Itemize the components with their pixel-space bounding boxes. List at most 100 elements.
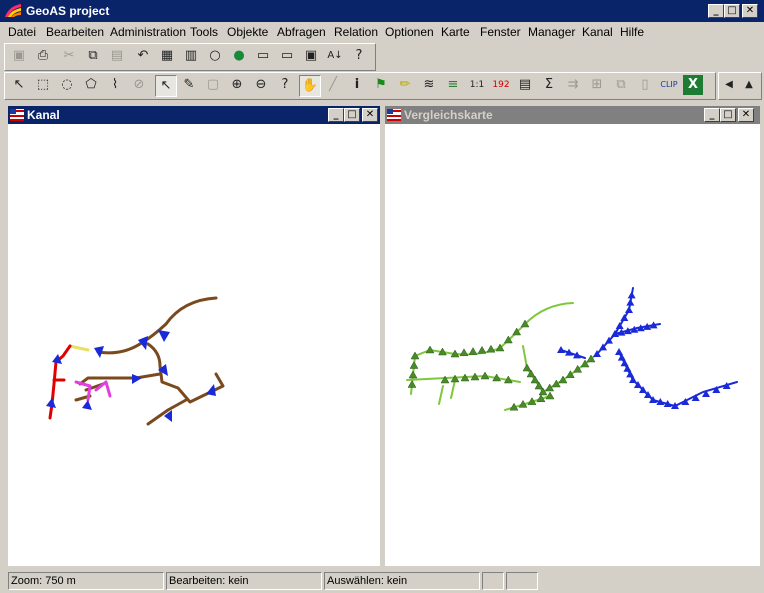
- network-line: [438, 379, 456, 405]
- flow-marker: [46, 398, 56, 408]
- info-icon[interactable]: i: [347, 75, 367, 95]
- vergleichskarte-map[interactable]: [385, 124, 760, 566]
- select-line-icon[interactable]: ⌇: [105, 75, 125, 95]
- menu-kanal[interactable]: Kanal: [582, 25, 613, 39]
- window2-icon[interactable]: ▭: [277, 46, 297, 66]
- frame-icon[interactable]: ▢: [203, 75, 223, 95]
- kanal-minimize-button[interactable]: _: [328, 108, 344, 122]
- menu-abfragen[interactable]: Abfragen: [277, 25, 326, 39]
- vergleichskarte-minimize-button[interactable]: _: [704, 108, 720, 122]
- menu-fenster[interactable]: Fenster: [480, 25, 521, 39]
- excel-icon[interactable]: X: [683, 75, 703, 95]
- help-pointer-icon[interactable]: ?: [349, 46, 369, 66]
- layers-icon[interactable]: ≡: [443, 75, 463, 95]
- map-toolbar: ↖ ⬚ ◌ ⬠ ⌇ ⊘ ↖ ✎ ▢ ⊕ ⊖ ? ✋ ╱ i ⚑ ✏ ≋ ≡ 1:…: [4, 72, 716, 100]
- green-marker: [407, 379, 417, 388]
- flag-icon[interactable]: ⚑: [371, 75, 391, 95]
- flow-marker: [82, 400, 92, 410]
- status-edit: Bearbeiten: kein: [166, 572, 322, 590]
- kanal-map-canvas[interactable]: [8, 124, 380, 566]
- clip-icon[interactable]: CLIP: [659, 75, 679, 95]
- nav-toolbar: ◀ ▲: [718, 72, 762, 100]
- close-button[interactable]: ✕: [742, 4, 758, 18]
- window3-icon[interactable]: ▣: [301, 46, 321, 66]
- status-zoom: Zoom: 750 m: [8, 572, 164, 590]
- minimize-button[interactable]: _: [708, 4, 724, 18]
- arrow-select-icon[interactable]: ↖: [155, 75, 177, 97]
- kanal-close-button[interactable]: ✕: [362, 108, 378, 122]
- kanal-title: Kanal: [27, 108, 60, 122]
- sum-icon[interactable]: Σ: [539, 75, 559, 95]
- print-icon[interactable]: ⎙: [33, 46, 53, 66]
- vergleichskarte-close-button[interactable]: ✕: [738, 108, 754, 122]
- wave-icon[interactable]: ≋: [419, 75, 439, 95]
- menu-relation[interactable]: Relation: [334, 25, 378, 39]
- menu-optionen[interactable]: Optionen: [385, 25, 434, 39]
- pointer-icon[interactable]: ↖: [9, 75, 29, 95]
- route-icon[interactable]: ⇉: [563, 75, 583, 95]
- green-marker: [522, 363, 532, 372]
- blue-marker: [627, 291, 636, 299]
- list-icon[interactable]: ▤: [515, 75, 535, 95]
- vergleichskarte-window[interactable]: Vergleichskarte _ □ ✕: [383, 104, 762, 568]
- blue-marker: [625, 306, 633, 313]
- sort-icon[interactable]: A↓: [325, 46, 345, 66]
- globe-icon[interactable]: ●: [229, 46, 249, 66]
- window-icon[interactable]: ▭: [253, 46, 273, 66]
- menu-bearbeiten[interactable]: Bearbeiten: [46, 25, 104, 39]
- kanal-window[interactable]: Kanal _ □ ✕: [6, 104, 382, 568]
- cut-icon[interactable]: ✂: [59, 46, 79, 66]
- pencil-icon[interactable]: ✎: [179, 75, 199, 95]
- cancel-select-icon[interactable]: ⊘: [129, 75, 149, 95]
- prev-icon[interactable]: ◀: [719, 75, 739, 95]
- maximize-button[interactable]: □: [724, 4, 740, 18]
- search-icon[interactable]: ○: [205, 46, 225, 66]
- scale-icon[interactable]: 1:1: [467, 75, 487, 95]
- draw-line-icon[interactable]: ╱: [323, 75, 343, 95]
- select-poly-icon[interactable]: ⬠: [81, 75, 101, 95]
- menu-objekte[interactable]: Objekte: [227, 25, 268, 39]
- menu-karte[interactable]: Karte: [441, 25, 470, 39]
- number-icon[interactable]: 192: [491, 75, 511, 95]
- select-rect-icon[interactable]: ⬚: [33, 75, 53, 95]
- status-bar: Zoom: 750 m Bearbeiten: kein Auswählen: …: [0, 569, 764, 593]
- zoom-out-icon[interactable]: ⊖: [251, 75, 271, 95]
- table-icon[interactable]: ▦: [157, 46, 177, 66]
- menu-datei[interactable]: Datei: [8, 25, 36, 39]
- zoom-in-icon[interactable]: ⊕: [227, 75, 247, 95]
- doc-icon[interactable]: ▯: [635, 75, 655, 95]
- blue-marker: [626, 298, 635, 306]
- pan-hand-icon[interactable]: ✋: [299, 75, 321, 97]
- blue-marker: [557, 346, 565, 353]
- zoom-query-icon[interactable]: ?: [275, 75, 295, 95]
- kanal-map[interactable]: [8, 124, 380, 566]
- green-marker: [545, 391, 555, 400]
- app-icon: [5, 4, 21, 17]
- menu-hilfe[interactable]: Hilfe: [620, 25, 644, 39]
- undo-icon[interactable]: ↶: [133, 46, 153, 66]
- status-panel-4: [482, 572, 504, 590]
- select-circle-icon[interactable]: ◌: [57, 75, 77, 95]
- link-icon[interactable]: ⧉: [611, 75, 631, 95]
- menu-tools[interactable]: Tools: [190, 25, 218, 39]
- network-line: [96, 296, 218, 355]
- network-line: [78, 372, 162, 386]
- vergleichskarte-map-canvas[interactable]: [385, 124, 760, 566]
- green-marker: [408, 370, 418, 379]
- ruler-icon[interactable]: ✏: [395, 75, 415, 95]
- status-panel-5: [506, 572, 538, 590]
- save-icon[interactable]: ▣: [9, 46, 29, 66]
- network-line: [146, 398, 188, 426]
- menu-manager[interactable]: Manager: [528, 25, 575, 39]
- green-marker: [486, 344, 496, 353]
- network-icon[interactable]: ⊞: [587, 75, 607, 95]
- kanal-maximize-button[interactable]: □: [344, 108, 360, 122]
- flow-marker: [132, 374, 142, 384]
- vergleichskarte-maximize-button[interactable]: □: [720, 108, 736, 122]
- menu-administration[interactable]: Administration: [110, 25, 186, 39]
- paste-icon[interactable]: ▤: [107, 46, 127, 66]
- up-icon[interactable]: ▲: [739, 75, 759, 95]
- form-icon[interactable]: ▥: [181, 46, 201, 66]
- vergleichskarte-title: Vergleichskarte: [404, 108, 493, 122]
- copy-icon[interactable]: ⧉: [83, 46, 103, 66]
